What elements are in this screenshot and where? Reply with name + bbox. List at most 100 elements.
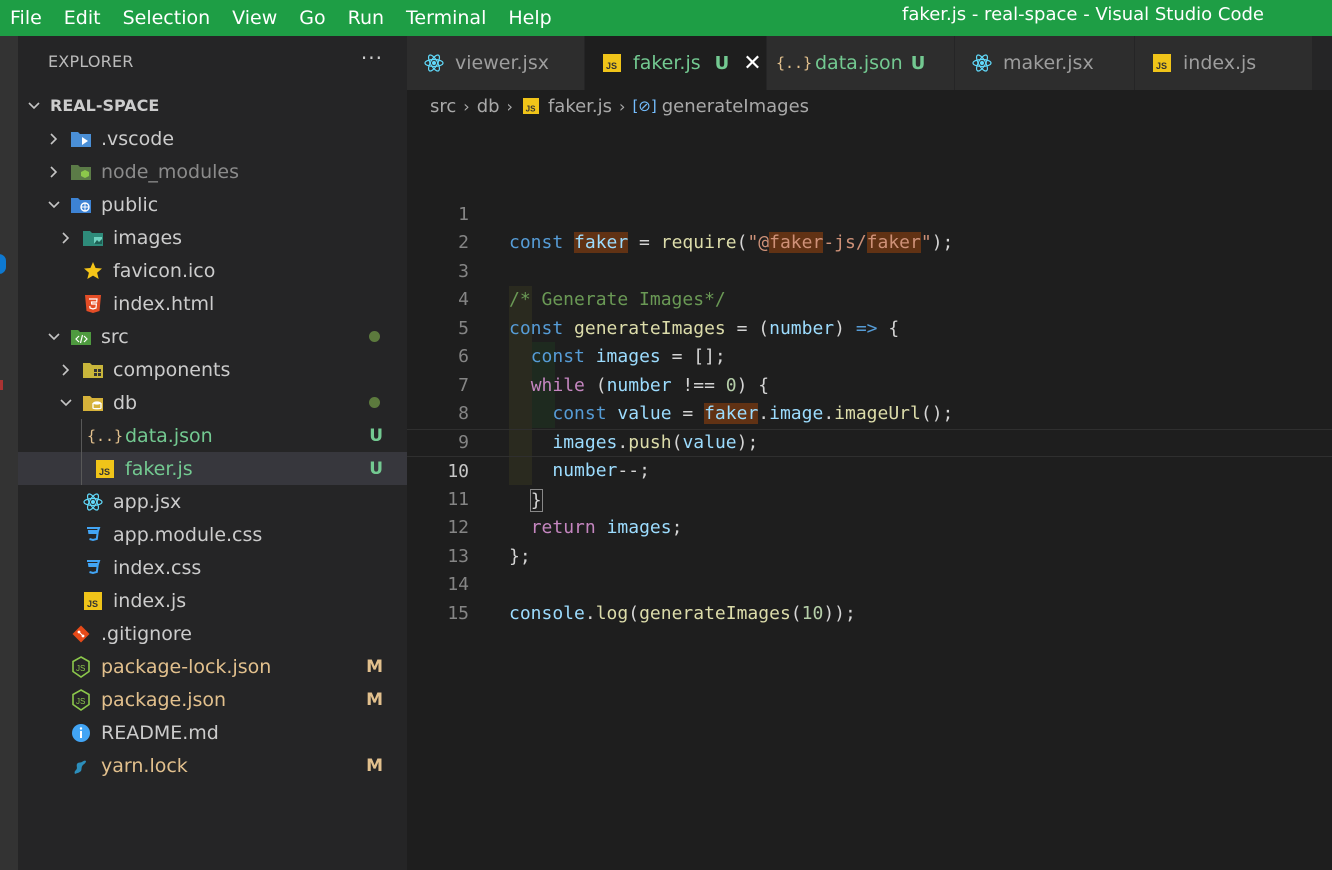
chevron-down-icon	[58, 395, 74, 411]
chevron-right-icon	[46, 131, 62, 147]
tree-item-label: public	[101, 193, 159, 216]
tree-item-vscode[interactable]: .vscode	[18, 122, 407, 155]
react-icon	[423, 52, 445, 74]
tree-item-label: db	[113, 391, 138, 414]
json-icon: {..}	[86, 426, 124, 445]
tree-item-label: components	[113, 358, 231, 381]
code-line: 4 const generateImages = (number) => {	[407, 258, 1332, 339]
breadcrumb-item[interactable]: db	[477, 96, 500, 117]
chevron-right-icon: ›	[463, 96, 470, 116]
menu-file[interactable]: File	[10, 0, 53, 36]
tree-item-gitignore[interactable]: .gitignore	[18, 617, 407, 650]
tree-item-label: node_modules	[101, 160, 240, 183]
tree-item-data-json[interactable]: {..} data.json U	[18, 419, 407, 452]
js-icon: JS	[601, 52, 623, 74]
notification-indicator[interactable]	[0, 254, 6, 274]
css-icon	[82, 557, 104, 579]
node-folder-icon	[70, 161, 92, 183]
editor-tab-bar: viewer.jsx JS faker.js U ✕ {..} data.jso…	[407, 36, 1332, 90]
tree-root-real-space[interactable]: REAL-SPACE	[18, 89, 407, 122]
tree-item-favicon[interactable]: favicon.ico	[18, 254, 407, 287]
code-line: 6 while (number !== 0) {	[407, 315, 1332, 396]
line-number: 15	[447, 602, 469, 624]
svg-text:JS: JS	[1156, 61, 1167, 71]
tree-item-package-json[interactable]: JS package.json M	[18, 683, 407, 716]
tab-data-json[interactable]: {..} data.json U	[767, 36, 955, 90]
json-icon: {..}	[775, 54, 813, 72]
tree-item-label: package.json	[101, 688, 227, 711]
tree-item-label: src	[101, 325, 129, 348]
react-icon	[82, 491, 104, 513]
activity-bar	[0, 36, 18, 870]
svg-text:JS: JS	[76, 664, 85, 673]
chevron-down-icon	[46, 197, 62, 213]
tree-item-label: package-lock.json	[101, 655, 272, 678]
code-editor[interactable]: 1 const faker = require("@faker-js/faker…	[407, 120, 1332, 870]
star-icon	[82, 260, 104, 282]
tree-item-node-modules[interactable]: node_modules	[18, 155, 407, 188]
code-line: 5 const images = [];	[407, 286, 1332, 368]
tree-item-images[interactable]: images	[18, 221, 407, 254]
more-actions-icon[interactable]: ···	[361, 46, 383, 70]
tab-maker-jsx[interactable]: maker.jsx	[955, 36, 1135, 90]
tree-item-src[interactable]: src	[18, 320, 407, 353]
tree-item-app-jsx[interactable]: app.jsx	[18, 485, 407, 518]
menu-edit[interactable]: Edit	[53, 0, 112, 36]
git-icon	[70, 623, 92, 645]
tree-item-label: README.md	[101, 721, 219, 744]
tab-label: data.json	[815, 52, 903, 74]
yarn-icon	[70, 755, 92, 777]
modified-dot	[369, 331, 380, 342]
menu-terminal[interactable]: Terminal	[395, 0, 497, 36]
react-icon	[971, 52, 993, 74]
tree-item-label: favicon.ico	[113, 259, 216, 282]
tree-item-label: .gitignore	[101, 622, 192, 645]
breadcrumb-item[interactable]: src	[430, 96, 456, 117]
chevron-right-icon: ›	[619, 96, 626, 116]
tree-item-faker-js[interactable]: JS faker.js U	[18, 452, 407, 485]
tab-index-js[interactable]: JS index.js	[1135, 36, 1313, 90]
components-folder-icon	[82, 359, 104, 381]
tab-faker-js[interactable]: JS faker.js U ✕	[585, 36, 767, 90]
git-status-badge: M	[366, 656, 383, 677]
tree-item-index-js[interactable]: JS index.js	[18, 584, 407, 617]
menu-run[interactable]: Run	[337, 0, 395, 36]
window-title: faker.js - real-space - Visual Studio Co…	[902, 4, 1264, 25]
tree-item-index-css[interactable]: index.css	[18, 551, 407, 584]
tree-item-package-lock-json[interactable]: JS package-lock.json M	[18, 650, 407, 683]
tree-item-app-module-css[interactable]: app.module.css	[18, 518, 407, 551]
close-icon[interactable]: ✕	[743, 51, 761, 76]
breadcrumb-item[interactable]: faker.js	[548, 96, 612, 117]
tree-item-label: app.module.css	[113, 523, 263, 546]
menu-go[interactable]: Go	[288, 0, 336, 36]
title-bar: File Edit Selection View Go Run Terminal…	[0, 0, 1332, 36]
svg-text:JS: JS	[87, 599, 98, 609]
images-folder-icon	[82, 227, 104, 249]
tree-item-readme[interactable]: README.md	[18, 716, 407, 749]
menu-selection[interactable]: Selection	[112, 0, 222, 36]
js-icon: JS	[94, 458, 116, 480]
code-line: 2	[407, 201, 1332, 253]
js-icon: JS	[520, 95, 542, 117]
menu-bar: File Edit Selection View Go Run Terminal…	[0, 0, 563, 36]
tree-item-db[interactable]: db	[18, 386, 407, 419]
code-line: 14 console.log(generateImages(10));	[407, 543, 1332, 624]
tree-item-index-html[interactable]: index.html	[18, 287, 407, 320]
tree-item-components[interactable]: components	[18, 353, 407, 386]
tree-item-public[interactable]: public	[18, 188, 407, 221]
breadcrumb: src › db › JS faker.js › [⊘] generateIma…	[430, 94, 809, 118]
svg-text:JS: JS	[526, 104, 536, 113]
tree-item-yarn-lock[interactable]: yarn.lock M	[18, 749, 407, 782]
tab-viewer-jsx[interactable]: viewer.jsx	[407, 36, 585, 90]
tab-label: maker.jsx	[1003, 52, 1094, 74]
menu-help[interactable]: Help	[497, 0, 562, 36]
js-icon: JS	[1151, 52, 1173, 74]
breadcrumb-item[interactable]: generateImages	[662, 96, 809, 117]
git-status-badge: U	[369, 458, 383, 479]
tree-item-label: .vscode	[101, 127, 175, 150]
svg-text:JS: JS	[606, 61, 617, 71]
menu-view[interactable]: View	[221, 0, 288, 36]
db-folder-icon	[82, 392, 104, 414]
tree-item-label: yarn.lock	[101, 754, 188, 777]
code-line: 13	[407, 514, 1332, 567]
